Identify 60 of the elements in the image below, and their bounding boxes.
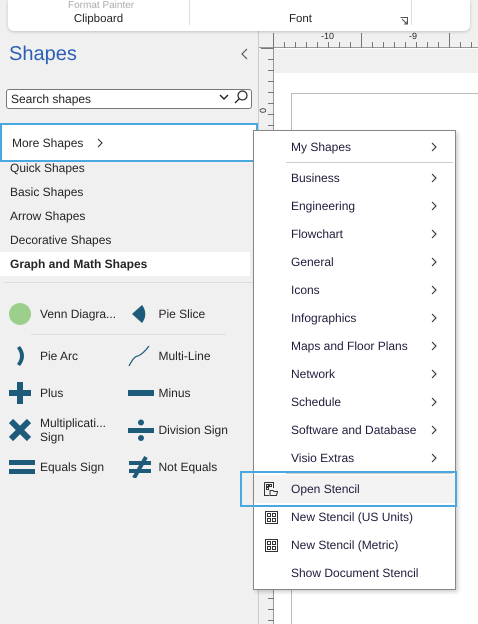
collapse-chevron-icon[interactable]	[241, 48, 248, 60]
chevron-right-icon	[431, 341, 437, 351]
search-field[interactable]: Search shapes	[6, 89, 252, 109]
shape-item[interactable]: Minus	[124, 374, 238, 411]
menu-item[interactable]: Flowchart	[254, 220, 455, 248]
chevron-right-icon	[431, 397, 437, 407]
menu-item[interactable]: Network	[254, 360, 455, 388]
chevron-right-icon	[431, 285, 437, 295]
menu-item[interactable]: Maps and Floor Plans	[254, 332, 455, 360]
minus-icon	[128, 390, 154, 396]
shape-item[interactable]: Pie Arc	[9, 337, 124, 374]
menu-item[interactable]: Open Stencil	[254, 475, 455, 503]
chevron-right-icon	[431, 369, 437, 379]
menu-item[interactable]: Icons	[254, 276, 455, 304]
shape-item[interactable]: Multi-Line	[124, 337, 238, 374]
search-icon[interactable]	[234, 90, 248, 104]
chevron-right-icon	[431, 142, 437, 152]
more-shapes-item[interactable]: More Shapes	[0, 123, 258, 162]
menu-item[interactable]: Engineering	[254, 192, 455, 220]
ruler-label: -10	[321, 32, 334, 41]
stencil-icon	[265, 510, 278, 524]
menu-item[interactable]: Software and Database	[254, 416, 455, 444]
menu-item[interactable]: Schedule	[254, 388, 455, 416]
chevron-right-icon	[431, 453, 437, 463]
dialog-launcher-icon[interactable]	[400, 17, 408, 25]
menu-item[interactable]: Infographics	[254, 304, 455, 332]
chevron-right-icon	[431, 425, 437, 435]
ruler-label: 0	[259, 108, 268, 113]
chevron-right-icon	[431, 173, 437, 183]
shape-item[interactable]: Division Sign	[124, 411, 238, 448]
category-item[interactable]: Graph and Math Shapes	[0, 252, 250, 276]
category-item[interactable]: Decorative Shapes	[0, 228, 250, 252]
menu-item[interactable]: Show Document Stencil	[254, 559, 455, 587]
chevron-right-icon	[431, 229, 437, 239]
menu-item[interactable]: New Stencil (US Units)	[254, 503, 455, 531]
shape-item[interactable]: Multiplicati... Sign	[9, 411, 124, 448]
menu-item[interactable]: Business	[254, 164, 455, 192]
category-item[interactable]: Basic Shapes	[0, 180, 250, 204]
panel-title: Shapes	[9, 42, 77, 67]
menu-item[interactable]: Visio Extras	[254, 444, 455, 472]
stencil-icon	[265, 538, 278, 552]
category-item[interactable]: Arrow Shapes	[0, 204, 250, 228]
not-equals-icon	[128, 456, 154, 478]
group-label: Clipboard	[74, 14, 124, 25]
chevron-right-icon	[431, 201, 437, 211]
ruler-label: -9	[409, 32, 418, 41]
divide-icon	[128, 418, 154, 440]
shape-item[interactable]: Equals Sign	[9, 448, 124, 485]
chevron-right-icon	[431, 257, 437, 267]
menu-item[interactable]: General	[254, 248, 455, 276]
group-label: Font	[288, 14, 312, 25]
stencil-folder-icon	[264, 482, 278, 496]
chevron-right-icon	[97, 138, 104, 148]
chevron-right-icon	[431, 313, 437, 323]
shape-item[interactable]: Not Equals	[124, 448, 238, 485]
shape-item[interactable]: Venn Diagra...	[9, 295, 124, 332]
shape-item[interactable]: Plus	[9, 374, 124, 411]
dropdown-icon[interactable]	[219, 94, 229, 100]
menu-item[interactable]: New Stencil (Metric)	[254, 531, 455, 559]
shape-item[interactable]: Pie Slice	[124, 295, 238, 332]
